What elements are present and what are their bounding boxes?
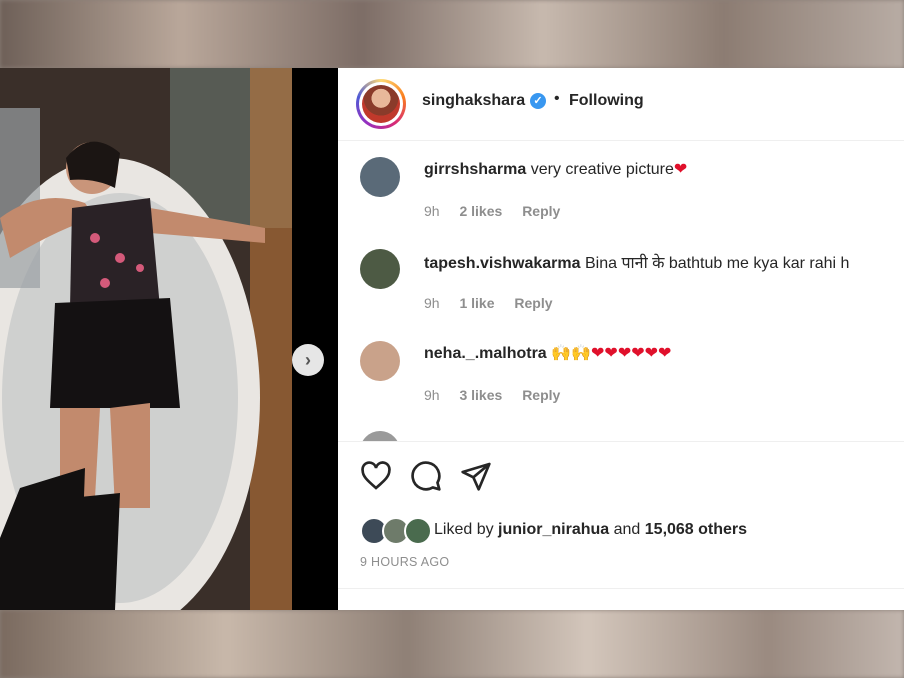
comment-bubble-icon[interactable] bbox=[410, 460, 442, 492]
comment-text: very creative picture bbox=[530, 161, 674, 178]
post-photo-illustration bbox=[0, 68, 292, 610]
comment-likes[interactable]: 3 likes bbox=[459, 387, 502, 403]
divider bbox=[338, 441, 904, 442]
comment-emoji: 🙌🙌❤❤❤❤❤❤ bbox=[551, 345, 672, 362]
comment-item: neha._.malhotra 🙌🙌❤❤❤❤❤❤ 9h 3 likes Repl… bbox=[338, 325, 904, 417]
comment-reply-button[interactable]: Reply bbox=[514, 295, 552, 311]
comment-meta: 9h 1 like Reply bbox=[424, 295, 569, 311]
likes-text[interactable]: Liked by junior_nirahua and 15,068 other… bbox=[434, 521, 747, 539]
comment-time: 9h bbox=[424, 203, 440, 219]
comment-avatar[interactable] bbox=[360, 157, 400, 197]
post-side-panel: singhakshara ✓ • Following girrshsharma … bbox=[338, 68, 904, 610]
comment-text-line: neha._.malhotra 🙌🙌❤❤❤❤❤❤ bbox=[424, 343, 671, 363]
comment-meta: 9h 3 likes Reply bbox=[424, 387, 576, 403]
comment-meta: 9h 2 likes Reply bbox=[424, 203, 576, 219]
post-header: singhakshara ✓ • Following bbox=[338, 68, 904, 141]
heart-outline-icon[interactable] bbox=[360, 460, 392, 492]
comment-time: 9h bbox=[424, 387, 440, 403]
comment-username[interactable]: neha._.malhotra bbox=[424, 345, 547, 362]
likes-count[interactable]: 15,068 others bbox=[645, 521, 747, 538]
divider bbox=[338, 588, 904, 589]
posted-time: 9 HOURS AGO bbox=[360, 555, 450, 569]
comment-likes[interactable]: 1 like bbox=[459, 295, 494, 311]
comment-item: girrshsharma very creative picture❤ 9h 2… bbox=[338, 141, 904, 233]
profile-avatar[interactable] bbox=[356, 79, 406, 129]
paper-plane-icon[interactable] bbox=[460, 460, 492, 492]
comment-text-line: tapesh.vishwakarma Bina पानी के bathtub … bbox=[424, 251, 849, 273]
comment-item: tapesh.vishwakarma Bina पानी के bathtub … bbox=[338, 233, 904, 325]
following-button[interactable]: Following bbox=[569, 92, 644, 110]
likes-prefix: Liked by bbox=[434, 521, 499, 538]
header-separator: • bbox=[554, 90, 560, 107]
comment-avatar[interactable] bbox=[360, 341, 400, 381]
blurred-background-top bbox=[0, 0, 904, 68]
carousel-next-button[interactable]: › bbox=[292, 344, 324, 376]
verified-badge-icon: ✓ bbox=[530, 93, 546, 109]
post-photo bbox=[0, 68, 292, 610]
carousel-gap bbox=[292, 68, 338, 610]
comment-avatar[interactable] bbox=[360, 249, 400, 289]
comment-text-line: girrshsharma very creative picture❤ bbox=[424, 159, 687, 179]
comment-time: 9h bbox=[424, 295, 440, 311]
comments-list[interactable]: girrshsharma very creative picture❤ 9h 2… bbox=[338, 141, 904, 441]
likes-user[interactable]: junior_nirahua bbox=[498, 521, 609, 538]
comment-avatar-partial bbox=[360, 431, 400, 441]
comment-username[interactable]: tapesh.vishwakarma bbox=[424, 255, 581, 272]
liker-avatar bbox=[404, 517, 432, 545]
comment-reply-button[interactable]: Reply bbox=[522, 387, 560, 403]
blurred-background-bottom bbox=[0, 610, 904, 678]
comment-emoji: ❤ bbox=[673, 161, 688, 178]
comment-text: Bina पानी के bathtub me kya kar rahi h bbox=[584, 255, 850, 272]
post-username[interactable]: singhakshara bbox=[422, 92, 525, 110]
likes-middle: and bbox=[609, 521, 645, 538]
comment-reply-button[interactable]: Reply bbox=[522, 203, 560, 219]
comment-username[interactable]: girrshsharma bbox=[424, 161, 526, 178]
comment-likes[interactable]: 2 likes bbox=[459, 203, 502, 219]
